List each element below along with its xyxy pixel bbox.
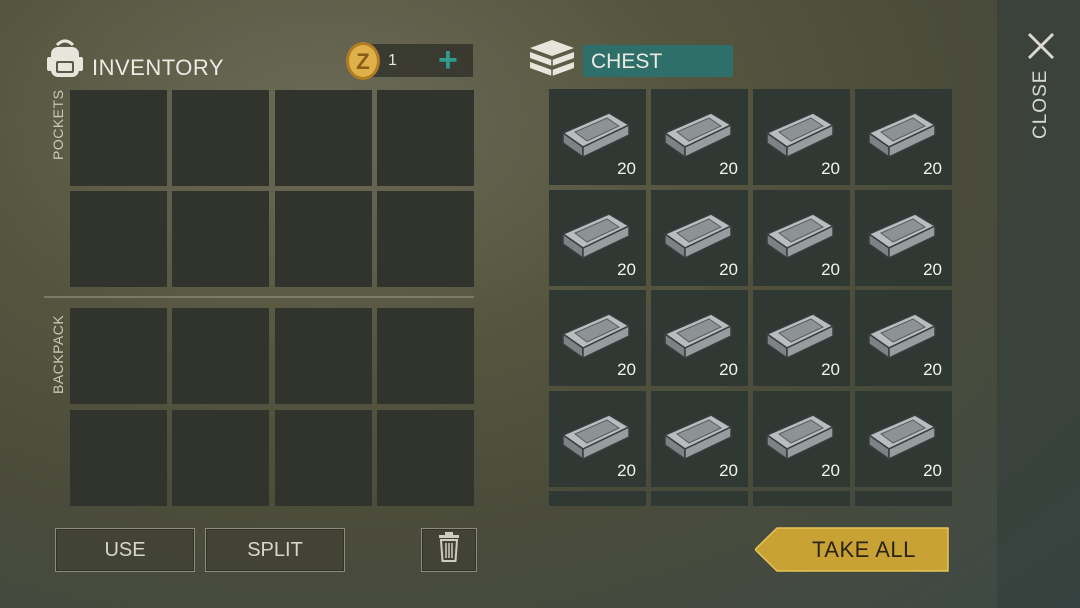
metal-ingot-icon <box>661 306 733 367</box>
inventory-title: INVENTORY <box>92 55 225 80</box>
chest-slot[interactable]: 20 <box>651 290 748 386</box>
pocket-slot[interactable] <box>377 90 474 186</box>
use-button[interactable]: USE <box>55 528 195 572</box>
item-quantity: 20 <box>719 460 738 480</box>
add-currency-button[interactable]: + <box>438 40 458 80</box>
take-all-button[interactable]: TAKE ALL <box>753 527 949 577</box>
chest-title-text: CHEST <box>591 50 663 73</box>
backpack-slot[interactable] <box>70 410 167 506</box>
item-quantity: 20 <box>923 159 942 178</box>
close-icon[interactable] <box>1027 32 1055 65</box>
item-quantity: 20 <box>821 159 840 178</box>
chest-slot[interactable]: 20 <box>855 390 952 487</box>
pocket-slot[interactable] <box>275 90 372 186</box>
chest-slot[interactable]: 20 <box>549 89 646 185</box>
backpack-slot[interactable] <box>275 410 372 506</box>
pocket-slot[interactable] <box>70 90 167 186</box>
backpack-slot[interactable] <box>377 308 474 404</box>
item-quantity: 20 <box>821 460 840 480</box>
item-quantity: 20 <box>821 360 840 379</box>
currency-amount: 1 <box>388 52 397 69</box>
chest-slot[interactable]: 20 <box>753 189 850 286</box>
chest-slot[interactable]: 20 <box>855 189 952 286</box>
chest-slot[interactable]: 20 <box>855 290 952 386</box>
chest-slot[interactable]: 20 <box>651 390 748 487</box>
metal-ingot-icon <box>865 105 937 166</box>
trash-button[interactable] <box>421 528 477 572</box>
metal-ingot-icon <box>661 407 733 468</box>
chest-slot[interactable] <box>753 491 850 506</box>
item-quantity: 20 <box>923 460 942 480</box>
chest-grid: 20 20 20 20 20 20 20 20 20 20 20 20 20 20 20 20 <box>549 89 952 506</box>
backpack-icon <box>45 37 85 84</box>
pocket-slot[interactable] <box>172 191 269 287</box>
metal-ingot-icon <box>865 206 937 267</box>
item-quantity: 20 <box>617 360 636 379</box>
pockets-label: POCKETS <box>50 89 66 160</box>
item-quantity: 20 <box>719 259 738 279</box>
item-quantity: 20 <box>617 159 636 178</box>
chest-slot[interactable]: 20 <box>753 290 850 386</box>
chest-slot[interactable]: 20 <box>753 390 850 487</box>
backpack-slot[interactable] <box>70 308 167 404</box>
take-all-label: TAKE ALL <box>812 537 916 562</box>
item-quantity: 20 <box>617 259 636 279</box>
item-quantity: 20 <box>923 259 942 279</box>
item-quantity: 20 <box>719 360 738 379</box>
item-quantity: 20 <box>821 259 840 279</box>
pocket-slot[interactable] <box>70 191 167 287</box>
metal-ingot-icon <box>865 407 937 468</box>
metal-ingot-icon <box>661 105 733 166</box>
chest-title: CHEST <box>583 45 733 77</box>
coin-icon: Z <box>343 40 383 87</box>
item-quantity: 20 <box>617 460 636 480</box>
chest-slot[interactable]: 20 <box>855 89 952 185</box>
metal-ingot-icon <box>763 306 835 367</box>
metal-ingot-icon <box>763 206 835 267</box>
split-button[interactable]: SPLIT <box>205 528 345 572</box>
chest-slot[interactable]: 20 <box>651 189 748 286</box>
chest-slot[interactable]: 20 <box>549 189 646 286</box>
backpack-label: BACKPACK <box>50 314 66 394</box>
item-quantity: 20 <box>923 360 942 379</box>
metal-ingot-icon <box>763 105 835 166</box>
chest-slot[interactable]: 20 <box>753 89 850 185</box>
pocket-slot[interactable] <box>275 191 372 287</box>
backpack-slot[interactable] <box>172 410 269 506</box>
section-divider <box>44 296 474 298</box>
chest-slot[interactable]: 20 <box>651 89 748 185</box>
close-label[interactable]: CLOSE <box>1030 70 1052 139</box>
metal-ingot-icon <box>559 105 631 166</box>
pocket-slot[interactable] <box>172 90 269 186</box>
chest-slot[interactable] <box>651 491 748 506</box>
backpack-slot[interactable] <box>377 410 474 506</box>
chest-slot[interactable]: 20 <box>549 290 646 386</box>
metal-ingot-icon <box>559 407 631 468</box>
metal-ingot-icon <box>661 206 733 267</box>
backpack-slot[interactable] <box>275 308 372 404</box>
backpack-slot[interactable] <box>172 308 269 404</box>
metal-ingot-icon <box>559 206 631 267</box>
chest-slot[interactable]: 20 <box>549 390 646 487</box>
chest-slot[interactable] <box>549 491 646 506</box>
metal-ingot-icon <box>763 407 835 468</box>
trash-icon <box>438 532 460 568</box>
metal-ingot-icon <box>865 306 937 367</box>
pocket-slot[interactable] <box>377 191 474 287</box>
svg-text:Z: Z <box>356 49 369 74</box>
item-quantity: 20 <box>719 159 738 178</box>
chest-icon <box>528 38 576 85</box>
metal-ingot-icon <box>559 306 631 367</box>
chest-slot[interactable] <box>855 491 952 506</box>
